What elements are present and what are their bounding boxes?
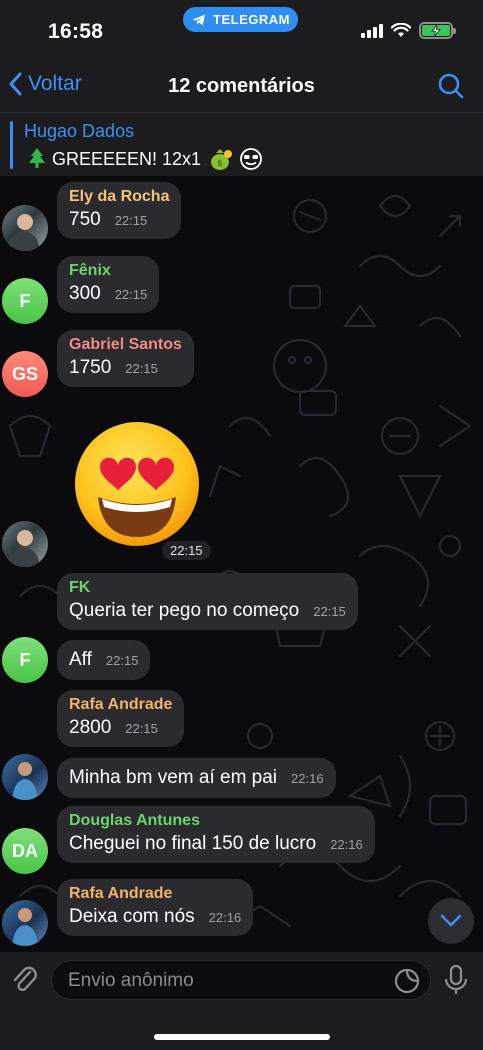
search-icon — [438, 73, 464, 99]
replied-post-text: GREEEEEN! 12x1 — [52, 148, 202, 169]
sticker-button[interactable] — [394, 968, 420, 999]
avatar[interactable]: GS — [2, 351, 48, 397]
message-input-placeholder: Envio anônimo — [68, 970, 194, 991]
money-bag-emoji-icon: $ — [211, 149, 233, 170]
replied-post-author: Hugao Dados — [24, 121, 135, 141]
message-bubble[interactable]: Rafa Andrade Deixa com nós 22:16 — [57, 879, 254, 936]
composer-bar: Envio anônimo — [0, 952, 483, 1050]
message-text: Aff — [69, 649, 92, 670]
svg-text:$: $ — [217, 159, 223, 169]
message-text: Deixa com nós — [69, 906, 195, 927]
status-time: 16:58 — [48, 20, 104, 43]
sticker-icon — [394, 968, 420, 994]
message-time: 22:16 — [291, 771, 324, 786]
message-time: 22:15 — [313, 604, 346, 619]
battery-charging-icon — [419, 22, 456, 39]
page-title: 12 comentários — [168, 75, 315, 97]
tree-emoji-icon — [29, 148, 45, 168]
message-bubble[interactable]: Fênix 300 22:15 — [57, 256, 160, 313]
avatar[interactable] — [2, 900, 48, 946]
avatar[interactable]: F — [2, 637, 48, 683]
avatar[interactable]: F — [2, 278, 48, 324]
heart-eyes-emoji-sticker[interactable] — [72, 419, 202, 549]
message-author: Fênix — [69, 262, 111, 279]
avatar[interactable] — [2, 205, 48, 251]
message-author: Gabriel Santos — [69, 336, 182, 353]
message-time: 22:16 — [208, 910, 242, 925]
search-button[interactable] — [437, 72, 465, 105]
message-bubble[interactable]: Rafa Andrade 2800 22:15 — [57, 690, 185, 747]
message-bubble[interactable]: Aff 22:15 — [57, 640, 151, 680]
message-time: 22:15 — [105, 653, 139, 668]
avatar[interactable] — [2, 754, 48, 800]
message-author: FK — [69, 579, 91, 596]
wifi-icon — [391, 23, 411, 37]
person-photo-icon — [12, 762, 38, 800]
microphone-icon — [444, 964, 468, 994]
avatar[interactable] — [2, 521, 48, 567]
chat-header: Voltar 12 comentários — [0, 62, 483, 112]
person-photo-icon — [10, 530, 40, 567]
person-photo-icon — [10, 214, 40, 251]
reply-accent-bar — [10, 121, 13, 169]
message-text: 1750 — [69, 357, 112, 378]
message-bubble[interactable]: Ely da Rocha 750 22:15 — [57, 182, 182, 239]
message-text: Cheguei no final 150 de lucro — [69, 833, 317, 854]
message-bubble[interactable]: FK Queria ter pego no começo 22:15 — [57, 573, 358, 630]
message-author: Rafa Andrade — [69, 885, 173, 902]
telegram-plane-icon — [192, 14, 206, 25]
message-text: 300 — [69, 283, 101, 304]
message-list[interactable]: Ely da Rocha 750 22:15 F Fênix 300 22:15 G… — [0, 176, 483, 952]
scroll-to-bottom-button[interactable] — [428, 898, 474, 944]
message-author: Douglas Antunes — [69, 812, 200, 829]
message-time: 22:15 — [125, 361, 158, 376]
voice-record-button[interactable] — [443, 964, 469, 1001]
status-bar: 16:58 TELEGRAM — [0, 0, 483, 62]
replied-post-text-row: GREEEEEN! 12x1 $ — [28, 147, 263, 171]
avatar[interactable]: DA — [2, 828, 48, 874]
message-text: Queria ter pego no começo — [69, 600, 300, 621]
cellular-signal-icon — [361, 23, 383, 38]
message-bubble[interactable]: Douglas Antunes Cheguei no final 150 de … — [57, 806, 375, 863]
message-time: 22:15 — [114, 287, 148, 302]
message-text: 2800 — [69, 717, 112, 738]
message-bubble[interactable]: Minha bm vem aí em pai 22:16 — [57, 758, 336, 798]
chevron-down-icon — [440, 914, 462, 927]
paperclip-icon — [13, 966, 37, 992]
person-photo-icon — [12, 908, 38, 946]
message-input[interactable]: Envio anônimo — [51, 960, 431, 1000]
message-text: Minha bm vem aí em pai — [69, 767, 278, 788]
sunglasses-face-emoji-icon — [240, 148, 262, 170]
status-icons — [361, 22, 456, 39]
telegram-pill-label: TELEGRAM — [213, 12, 290, 27]
telegram-pill[interactable]: TELEGRAM — [183, 7, 298, 32]
home-indicator — [154, 1034, 330, 1040]
message-author: Ely da Rocha — [69, 188, 170, 205]
message-time: 22:15 — [125, 721, 158, 736]
replied-post-banner[interactable]: Hugao Dados GREEEEEN! 12x1 $ — [0, 112, 483, 176]
message-bubble[interactable]: Gabriel Santos 1750 22:15 — [57, 330, 194, 387]
attach-button[interactable] — [10, 964, 40, 1001]
message-author: Rafa Andrade — [69, 696, 173, 713]
message-text: 750 — [69, 209, 101, 230]
message-time: 22:16 — [330, 837, 363, 852]
message-time: 22:15 — [114, 213, 148, 228]
message-time: 22:15 — [162, 541, 211, 560]
